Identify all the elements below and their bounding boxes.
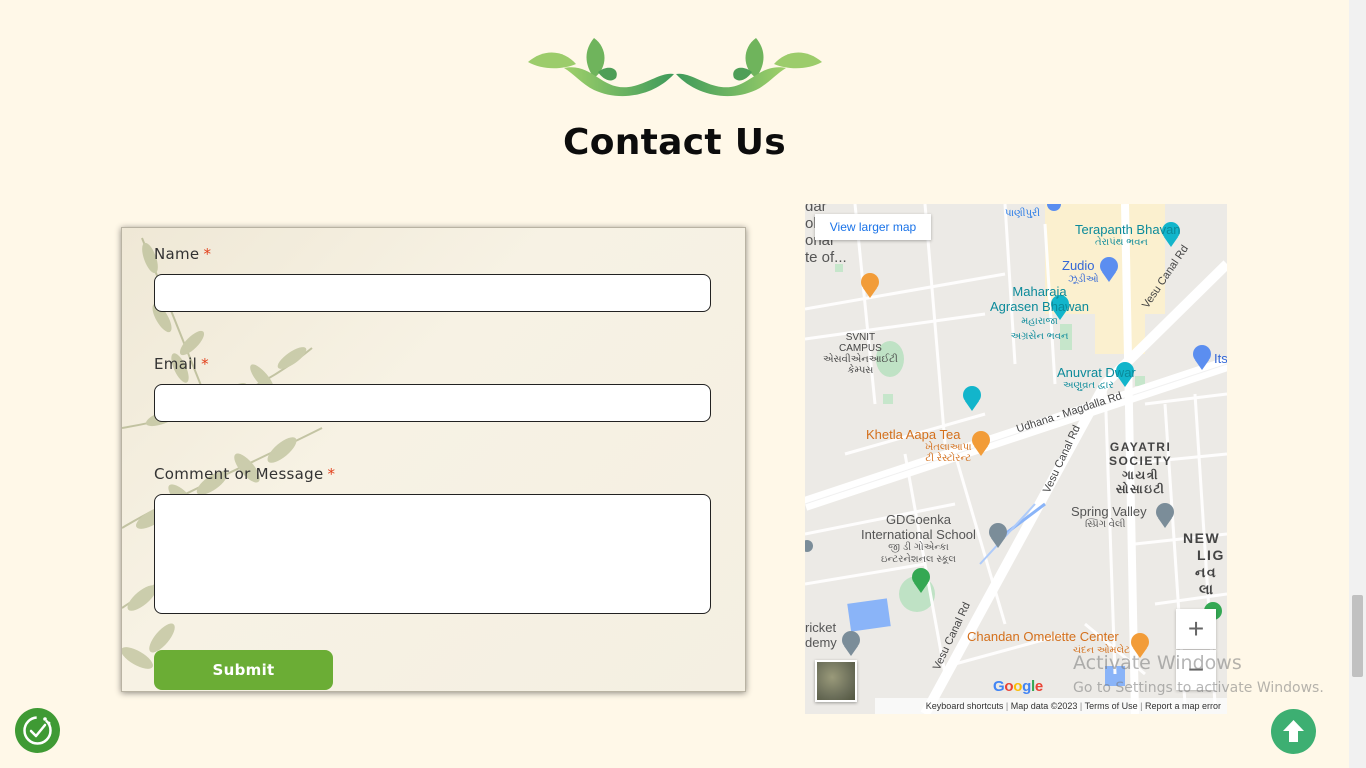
message-textarea[interactable] [154, 494, 711, 614]
map-footer: Keyboard shortcuts | Map data ©2023 | Te… [875, 698, 1227, 714]
map-label-anuvrat-gu: અણુવ્રત દ્વાર [1063, 380, 1114, 391]
map-label-terapanth: Terapanth Bhavan [1075, 222, 1181, 237]
name-label-text: Name [154, 245, 200, 263]
map-zoom-in-button[interactable]: + [1176, 609, 1216, 649]
leaf-ornament-icon [528, 38, 822, 97]
view-larger-map-link[interactable]: View larger map [815, 214, 931, 240]
page-scrollbar[interactable] [1349, 0, 1366, 768]
email-label: Email * [154, 355, 209, 373]
email-input[interactable] [154, 384, 711, 422]
map-label-spring-valley: Spring Valley [1071, 504, 1147, 519]
map-label-svnit: SVNIT CAMPUS એસવીએનઆઈટી કેમ્પસ [823, 332, 898, 376]
terms-of-use-link[interactable]: Terms of Use [1085, 701, 1138, 711]
cookie-consent-icon [23, 716, 52, 745]
cookie-consent-button[interactable] [15, 708, 60, 753]
watermark-line2: Go to Settings to activate Windows. [1073, 680, 1324, 696]
map-label-maharaja: Maharaja Agrasen Bhawan મહારાજા અગ્રસેન ભવ… [990, 284, 1090, 342]
map-label-khetla-gu: ખેતલાઆપા ટી રેસ્ટોરન્ટ [925, 442, 972, 464]
map-label-khetla: Khetla Aapa Tea [866, 427, 961, 442]
map-data-text: Map data ©2023 [1010, 701, 1078, 711]
map-label-gdgoenka: GDGoenka International School જી ડી ગોએન્… [861, 512, 976, 565]
message-label: Comment or Message * [154, 465, 335, 483]
page-title: Contact Us [562, 122, 787, 163]
map-label-terapanth-gu: તેરાપંથ ભવન [1095, 237, 1148, 248]
arrow-up-icon [1283, 720, 1304, 742]
satellite-toggle-button[interactable] [815, 660, 857, 702]
map-label-its: Its [1214, 351, 1227, 366]
map-label-cricket: ricket demy [805, 620, 837, 650]
google-map-embed[interactable]: daroharonalte of... પાણીપુરી Terapanth B… [805, 204, 1227, 714]
required-mark: * [203, 245, 212, 263]
map-label-zudio: Zudio [1062, 258, 1095, 273]
map-label-anuvrat: Anuvrat Dwar [1057, 365, 1136, 380]
google-logo: Google [993, 678, 1043, 695]
watermark-line1: Activate Windows [1073, 652, 1242, 674]
map-label-gayatri: GAYATRI SOCIETY ગાયત્રી સોસાઇટી [1109, 440, 1173, 496]
map-label-panipuri: પાણીપુરી [1005, 208, 1041, 219]
keyboard-shortcuts-link[interactable]: Keyboard shortcuts [926, 701, 1004, 711]
scroll-to-top-button[interactable] [1271, 709, 1316, 754]
report-map-error-link[interactable]: Report a map error [1145, 701, 1221, 711]
windows-activation-watermark: Activate Windows Go to Settings to activ… [1073, 652, 1324, 696]
scrollbar-thumb[interactable] [1352, 595, 1363, 677]
map-label-spring-valley-gu: સ્પ્રિંગ વેલી [1085, 519, 1126, 530]
email-label-text: Email [154, 355, 198, 373]
map-label-new-lig: NEW LIG નવ લા [1183, 530, 1225, 597]
contact-form: Name * Email * Comment or Message * Submit [121, 227, 746, 692]
submit-button[interactable]: Submit [154, 650, 333, 690]
map-label-chandan: Chandan Omelette Center [967, 629, 1119, 644]
name-input[interactable] [154, 274, 711, 312]
required-mark: * [327, 465, 336, 483]
required-mark: * [201, 355, 209, 373]
name-label: Name * [154, 245, 211, 263]
message-label-text: Comment or Message [154, 465, 324, 483]
